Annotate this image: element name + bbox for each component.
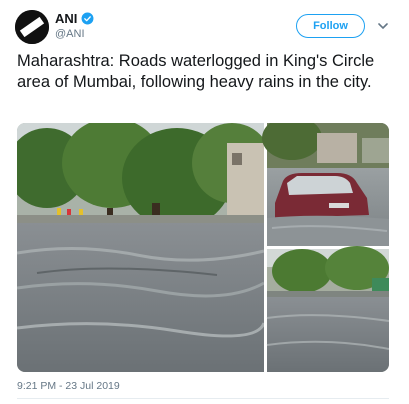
tweet-timestamp[interactable]: 9:21 PM - 23 Jul 2019 <box>17 380 120 392</box>
author-avatar[interactable] <box>15 10 49 44</box>
tweet-media-grid[interactable] <box>17 123 389 372</box>
author-name[interactable]: ANI <box>55 11 77 26</box>
flooded-street-photo-main[interactable] <box>17 123 272 372</box>
author-info: ANI @ANI <box>55 11 94 40</box>
follow-button[interactable]: Follow <box>296 14 365 38</box>
divider <box>17 398 389 399</box>
flooded-road-photo[interactable] <box>266 246 389 372</box>
author-handle[interactable]: @ANI <box>55 28 94 40</box>
ani-logo <box>15 10 49 44</box>
tweet-text: Maharashtra: Roads waterlogged in King's… <box>17 52 375 91</box>
flooded-car-photo[interactable] <box>262 123 389 246</box>
verified-badge-icon <box>81 12 94 25</box>
chevron-down-icon[interactable] <box>377 20 389 32</box>
